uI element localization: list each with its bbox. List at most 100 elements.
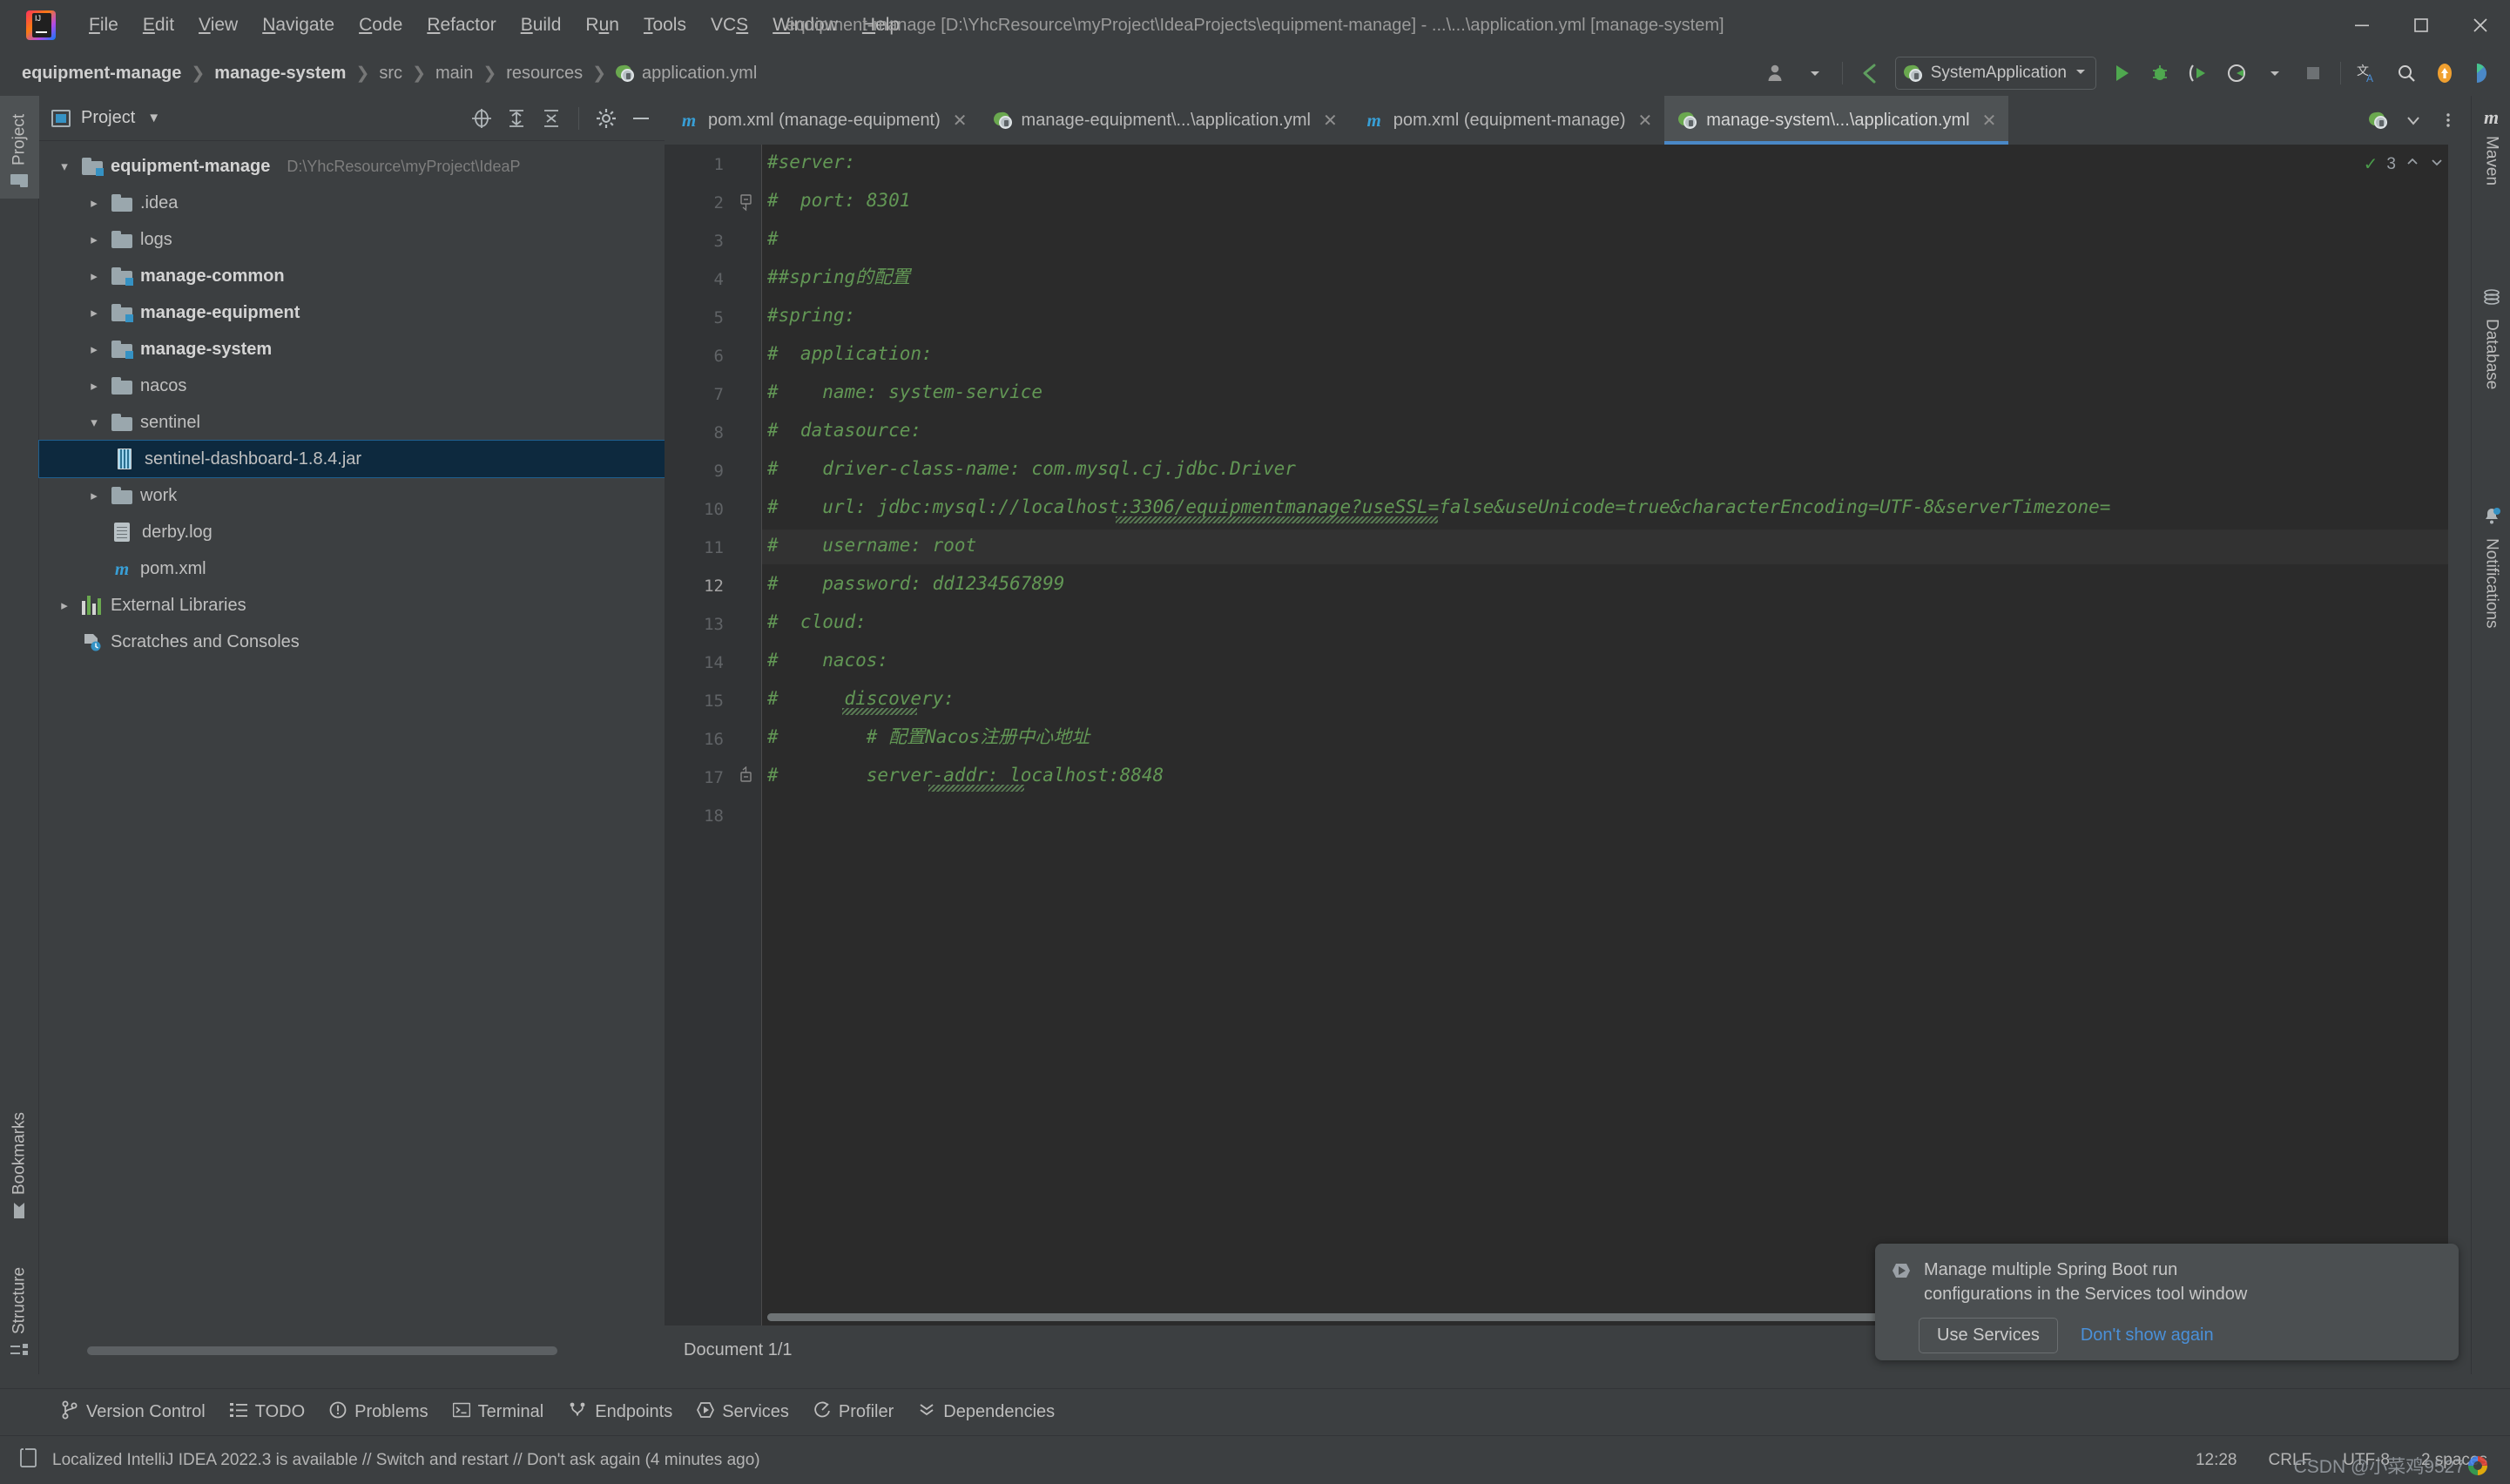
- close-icon[interactable]: ✕: [1982, 110, 1997, 132]
- chevron-right-icon[interactable]: ▸: [84, 268, 104, 284]
- breadcrumb-item-project[interactable]: equipment-manage: [17, 61, 186, 86]
- notification-balloon[interactable]: Manage multiple Spring Boot run configur…: [1875, 1244, 2459, 1360]
- tree-node-work[interactable]: ▸ work: [39, 477, 665, 514]
- sidebar-item-bookmarks[interactable]: Bookmarks: [0, 1089, 39, 1230]
- tool-window-profiler[interactable]: Profiler: [801, 1401, 906, 1424]
- expand-all-icon[interactable]: [502, 104, 531, 133]
- tool-window-services[interactable]: Services: [685, 1401, 801, 1424]
- code-lines[interactable]: #server: # port: 8301 # ##spring的配置 #spr…: [767, 145, 2471, 1325]
- breadcrumb-item-module[interactable]: manage-system: [210, 61, 350, 86]
- debug-icon[interactable]: [2142, 56, 2178, 91]
- menu-run[interactable]: Run: [573, 10, 631, 41]
- tree-node-derby-log[interactable]: ▸ derby.log: [39, 514, 665, 550]
- close-icon[interactable]: ✕: [1323, 110, 1338, 132]
- chevron-right-icon[interactable]: ▸: [84, 488, 104, 503]
- search-everywhere-icon[interactable]: [2388, 56, 2425, 91]
- breadcrumb-item-src[interactable]: src: [374, 61, 407, 86]
- project-panel-horizontal-scrollbar[interactable]: [87, 1346, 557, 1355]
- chevron-right-icon[interactable]: ▸: [84, 341, 104, 357]
- tree-node-equipment-manage[interactable]: ▾ equipment-manage D:\YhcResource\myProj…: [39, 148, 665, 185]
- dont-show-again-link[interactable]: Don't show again: [2081, 1325, 2214, 1346]
- tool-window-todo[interactable]: TODO: [218, 1401, 317, 1424]
- chevron-down-icon[interactable]: ▼: [147, 111, 160, 125]
- gear-icon[interactable]: [591, 104, 621, 133]
- run-with-coverage-icon[interactable]: [2180, 56, 2216, 91]
- editor-tab-manage-equipment-application-yml[interactable]: manage-equipment\...\application.yml ✕: [980, 96, 1350, 145]
- chevron-down-icon[interactable]: [1797, 56, 1833, 91]
- inspection-widget[interactable]: ✓ 3: [2364, 153, 2445, 175]
- more-vertical-icon[interactable]: [2432, 105, 2464, 136]
- translate-icon[interactable]: 文A: [2350, 56, 2386, 91]
- back-arrow-icon[interactable]: [1852, 56, 1888, 91]
- sidebar-item-maven[interactable]: m Maven: [2472, 96, 2510, 214]
- ide-eval-icon[interactable]: [2465, 56, 2501, 91]
- update-icon[interactable]: [2426, 56, 2463, 91]
- tree-node-manage-equipment[interactable]: ▸ manage-equipment: [39, 294, 665, 331]
- chevron-right-icon[interactable]: ▸: [55, 597, 74, 613]
- tool-window-version-control[interactable]: Version Control: [49, 1400, 218, 1425]
- minimize-button[interactable]: [2332, 0, 2392, 51]
- editor-tab-manage-system-application-yml[interactable]: manage-system\...\application.yml ✕: [1664, 96, 2009, 145]
- code-fold-end-marker[interactable]: [739, 194, 753, 212]
- tool-window-problems[interactable]: Problems: [317, 1401, 440, 1424]
- status-indent[interactable]: 2 spaces: [2421, 1451, 2487, 1470]
- chevron-right-icon[interactable]: ▸: [84, 305, 104, 320]
- breadcrumb-item-resources[interactable]: resources: [502, 61, 587, 86]
- editor-gutter[interactable]: 1 2 3 4 5 6 7 8 9 10 11 12 13 14 15 16 1…: [665, 145, 762, 1325]
- menu-navigate[interactable]: Navigate: [250, 10, 347, 41]
- menu-build[interactable]: Build: [509, 10, 574, 41]
- breadcrumb-item-main[interactable]: main: [431, 61, 477, 86]
- stop-icon[interactable]: [2295, 56, 2331, 91]
- menu-window[interactable]: Window: [760, 10, 850, 41]
- chevron-down-icon[interactable]: [2398, 105, 2429, 136]
- tree-node-idea[interactable]: ▸ .idea: [39, 185, 665, 221]
- sidebar-item-notifications[interactable]: Notifications: [2472, 496, 2510, 697]
- profile-icon[interactable]: [2218, 56, 2255, 91]
- tree-node-manage-common[interactable]: ▸ manage-common: [39, 258, 665, 294]
- tree-node-sentinel[interactable]: ▾ sentinel: [39, 404, 665, 441]
- code-fold-start-marker[interactable]: [739, 766, 753, 782]
- menu-file[interactable]: File: [77, 10, 131, 41]
- close-button[interactable]: [2451, 0, 2510, 51]
- sidebar-item-database[interactable]: Database: [2472, 279, 2510, 435]
- run-configuration-selector[interactable]: SystemApplication: [1894, 57, 2096, 90]
- tool-window-endpoints[interactable]: Endpoints: [556, 1401, 685, 1424]
- editor-tab-pom-manage-equipment[interactable]: m pom.xml (manage-equipment) ✕: [665, 96, 980, 145]
- use-services-button[interactable]: Use Services: [1919, 1317, 2058, 1353]
- editor-tab-pom-equipment-manage[interactable]: m pom.xml (equipment-manage) ✕: [1350, 96, 1665, 145]
- menu-view[interactable]: View: [186, 10, 250, 41]
- tool-window-dependencies[interactable]: Dependencies: [906, 1401, 1067, 1424]
- project-tree[interactable]: ▾ equipment-manage D:\YhcResource\myProj…: [38, 141, 665, 660]
- chevron-down-icon[interactable]: [2257, 56, 2293, 91]
- tree-node-nacos[interactable]: ▸ nacos: [39, 368, 665, 404]
- run-icon[interactable]: [2103, 56, 2140, 91]
- error-stripe-marker-bar[interactable]: [2448, 145, 2471, 1325]
- tree-node-scratches-consoles[interactable]: ▸ Scratches and Consoles: [39, 624, 665, 660]
- breadcrumb-item-file[interactable]: application.yml: [611, 61, 761, 86]
- tree-node-manage-system[interactable]: ▸ manage-system: [39, 331, 665, 368]
- hide-panel-icon[interactable]: [626, 104, 656, 133]
- event-log-icon[interactable]: [19, 1447, 38, 1473]
- tree-node-pom-xml[interactable]: ▸ m pom.xml: [39, 550, 665, 587]
- menu-bar[interactable]: File Edit View Navigate Code Refactor Bu…: [77, 10, 912, 41]
- tree-node-sentinel-dashboard-jar[interactable]: sentinel-dashboard-1.8.4.jar: [38, 440, 665, 478]
- tree-node-external-libraries[interactable]: ▸ External Libraries: [39, 587, 665, 624]
- status-line-separator[interactable]: CRLF: [2269, 1451, 2312, 1470]
- status-encoding[interactable]: UTF-8: [2343, 1451, 2390, 1470]
- tree-node-logs[interactable]: ▸ logs: [39, 221, 665, 258]
- chevron-down-icon[interactable]: ▾: [55, 159, 74, 174]
- chevron-right-icon[interactable]: ▸: [84, 195, 104, 211]
- chevron-right-icon[interactable]: ▸: [84, 378, 104, 394]
- maximize-button[interactable]: [2392, 0, 2451, 51]
- menu-code[interactable]: Code: [347, 10, 415, 41]
- locate-icon[interactable]: [467, 104, 496, 133]
- tool-window-terminal[interactable]: Terminal: [441, 1401, 557, 1424]
- menu-refactor[interactable]: Refactor: [415, 10, 508, 41]
- spring-leaf-icon[interactable]: [2363, 105, 2394, 136]
- account-icon[interactable]: [1758, 56, 1795, 91]
- menu-edit[interactable]: Edit: [131, 10, 186, 41]
- sidebar-item-project[interactable]: Project: [0, 96, 39, 199]
- menu-vcs[interactable]: VCS: [698, 10, 760, 41]
- chevron-down-icon[interactable]: [2429, 154, 2445, 175]
- collapse-all-icon[interactable]: [536, 104, 566, 133]
